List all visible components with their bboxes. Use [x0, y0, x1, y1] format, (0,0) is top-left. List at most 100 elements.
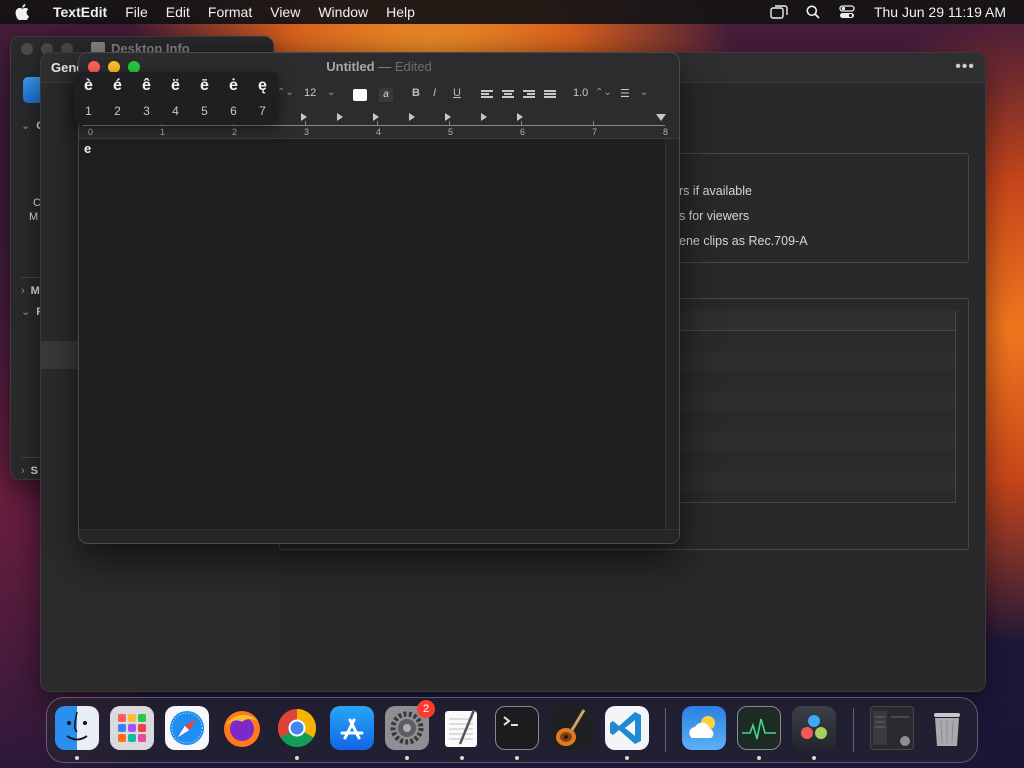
align-justify-icon[interactable] [544, 90, 556, 100]
running-indicator [515, 756, 519, 760]
list-header [680, 311, 956, 331]
menu-bar-clock[interactable]: Thu Jun 29 11:19 AM [864, 4, 1024, 20]
ruler-number: 3 [304, 127, 310, 137]
garageband-icon[interactable] [550, 706, 594, 750]
menu-help[interactable]: Help [377, 0, 424, 24]
tab-stop[interactable] [517, 113, 523, 121]
accent-option[interactable]: ę7 [248, 72, 277, 124]
tab-stop[interactable] [481, 113, 487, 121]
menu-format[interactable]: Format [199, 0, 261, 24]
menu-window[interactable]: Window [309, 0, 377, 24]
tab-stop[interactable] [337, 113, 343, 121]
running-indicator [75, 756, 79, 760]
dock: 2 [46, 697, 978, 763]
option-label[interactable]: s for viewers [679, 209, 749, 223]
menu-bar: TextEdit File Edit Format View Window He… [0, 0, 1024, 24]
dock-divider [665, 708, 666, 752]
ruler-number: 8 [663, 127, 669, 137]
search-icon[interactable] [796, 0, 830, 24]
running-indicator [405, 756, 409, 760]
font-size-chevron-icon[interactable]: ⌄ [327, 87, 335, 98]
ruler-number: 0 [88, 127, 94, 137]
option-label[interactable]: rs if available [679, 184, 752, 198]
control-center-icon[interactable] [830, 0, 864, 24]
safari-icon[interactable] [165, 706, 209, 750]
running-indicator [295, 756, 299, 760]
notification-badge: 2 [417, 700, 435, 718]
weather-icon[interactable] [682, 706, 726, 750]
edited-status: Edited [394, 59, 432, 74]
title-separator: — [378, 59, 392, 74]
sidebar-selected-row[interactable] [41, 341, 79, 369]
vscode-icon[interactable] [605, 706, 649, 750]
screen-mirroring-icon[interactable] [762, 0, 796, 24]
tab-stop[interactable] [445, 113, 451, 121]
align-left-icon[interactable] [481, 90, 493, 100]
menu-view[interactable]: View [261, 0, 309, 24]
list-bullets-icon[interactable]: ☰ [620, 87, 630, 100]
ruler-tick [305, 121, 306, 126]
background-color-well[interactable]: a [379, 88, 393, 102]
ruler-baseline [83, 125, 665, 126]
trash-icon[interactable] [925, 706, 969, 750]
tab-stop[interactable] [301, 113, 307, 121]
ruler-tick [377, 121, 378, 126]
dock-divider [853, 708, 854, 752]
system-settings-icon[interactable]: 2 [385, 700, 435, 750]
info-text-fragment: M [29, 211, 39, 223]
list-table[interactable] [680, 331, 956, 503]
text-color-well[interactable] [353, 89, 367, 101]
bold-button[interactable]: B [412, 87, 420, 99]
accent-option[interactable]: ē5 [190, 72, 219, 124]
ruler-number: 6 [520, 127, 526, 137]
ruler-tick [593, 121, 594, 126]
font-size-field[interactable]: 12 [304, 87, 316, 99]
app-store-icon[interactable] [330, 706, 374, 750]
more-options-icon[interactable]: ••• [955, 58, 975, 76]
davinci-resolve-icon[interactable] [792, 706, 836, 750]
firefox-icon[interactable] [220, 706, 264, 750]
tab-stop[interactable] [373, 113, 379, 121]
running-indicator [812, 756, 816, 760]
chrome-icon[interactable] [275, 706, 319, 750]
finder-icon[interactable] [55, 706, 99, 750]
ruler-number: 5 [448, 127, 454, 137]
window-thumbnail-icon[interactable] [870, 706, 914, 750]
menu-app-name[interactable]: TextEdit [44, 0, 116, 24]
accent-option[interactable]: é2 [103, 72, 132, 124]
ruler-number: 7 [592, 127, 598, 137]
document-text-area[interactable]: e [79, 139, 665, 529]
accent-option[interactable]: ė6 [219, 72, 248, 124]
option-label[interactable]: ene clips as Rec.709-A [679, 234, 808, 248]
menu-edit[interactable]: Edit [157, 0, 199, 24]
section-sharing[interactable]: › S [21, 465, 38, 477]
vertical-scrollbar[interactable] [665, 139, 679, 529]
line-spacing-field[interactable]: 1.0 [573, 87, 588, 99]
accent-option[interactable]: è1 [74, 72, 103, 124]
close-button[interactable] [21, 43, 33, 55]
list-chevron-icon[interactable]: ⌄ [640, 87, 648, 98]
accent-option[interactable]: ê3 [132, 72, 161, 124]
activity-monitor-icon[interactable] [737, 706, 781, 750]
tab-stop[interactable] [409, 113, 415, 121]
underline-button[interactable]: U [453, 87, 461, 99]
ruler-number: 2 [232, 127, 238, 137]
launchpad-icon[interactable] [110, 706, 154, 750]
document-text: e [84, 141, 92, 156]
ruler-tick [521, 121, 522, 126]
ruler-tick [449, 121, 450, 126]
terminal-icon[interactable] [495, 706, 539, 750]
bottom-edge [79, 529, 679, 543]
align-right-icon[interactable] [523, 90, 535, 100]
menu-file[interactable]: File [116, 0, 157, 24]
align-center-icon[interactable] [502, 90, 514, 100]
textedit-window[interactable]: Untitled — Edited ⌃⌄ 12 ⌄ a B I U 1.0 ⌃⌄… [78, 52, 680, 544]
textedit-icon[interactable] [440, 706, 484, 750]
apple-menu-icon[interactable] [0, 0, 44, 24]
font-style-chevron-icon[interactable]: ⌃⌄ [277, 87, 294, 98]
right-margin-marker[interactable] [656, 114, 666, 121]
line-spacing-chevron-icon[interactable]: ⌃⌄ [595, 87, 612, 98]
section-more-info[interactable]: › M [21, 285, 40, 297]
italic-button[interactable]: I [433, 87, 436, 99]
accent-option[interactable]: ë4 [161, 72, 190, 124]
